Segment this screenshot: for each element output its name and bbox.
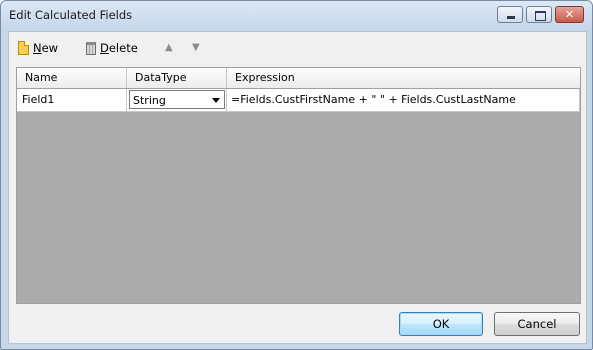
arrow-up-icon: ▲ <box>165 42 173 53</box>
column-header-expression[interactable]: Expression <box>227 68 580 88</box>
table-row[interactable]: Field1 String =Fields.CustFirstName + " … <box>17 89 580 112</box>
dialog-window: Edit Calculated Fields ✕ New Delete ▲ ▼ <box>0 0 593 350</box>
maximize-button[interactable] <box>526 6 552 23</box>
chevron-down-icon[interactable] <box>212 98 220 103</box>
toolbar: New Delete ▲ ▼ <box>9 32 586 64</box>
cancel-button[interactable]: Cancel <box>494 312 580 336</box>
close-button[interactable]: ✕ <box>555 6 584 23</box>
datatype-value: String <box>133 94 166 107</box>
close-icon: ✕ <box>564 8 575 21</box>
datatype-cell[interactable]: String <box>127 89 227 111</box>
delete-button[interactable]: Delete <box>86 40 138 56</box>
window-title: Edit Calculated Fields <box>9 8 133 22</box>
delete-button-label: Delete <box>100 41 138 55</box>
fields-grid[interactable]: Name DataType Expression Field1 String =… <box>16 67 581 304</box>
dialog-body: New Delete ▲ ▼ Name DataType Expression … <box>8 31 587 344</box>
column-header-name[interactable]: Name <box>17 68 127 88</box>
cancel-button-label: Cancel <box>517 317 557 331</box>
minimize-icon <box>507 16 515 19</box>
ok-button[interactable]: OK <box>399 312 483 336</box>
column-header-datatype[interactable]: DataType <box>127 68 227 88</box>
minimize-button[interactable] <box>497 6 523 23</box>
title-bar[interactable]: Edit Calculated Fields ✕ <box>1 1 592 31</box>
new-button-label: New <box>33 41 59 55</box>
move-up-button[interactable]: ▲ <box>165 40 173 56</box>
expression-cell[interactable]: =Fields.CustFirstName + " " + Fields.Cus… <box>227 89 580 111</box>
trash-icon <box>86 41 96 55</box>
arrow-down-icon: ▼ <box>192 42 200 53</box>
name-cell[interactable]: Field1 <box>17 89 127 111</box>
grid-header: Name DataType Expression <box>17 68 580 89</box>
move-down-button[interactable]: ▼ <box>192 40 200 56</box>
new-document-icon <box>18 41 29 55</box>
datatype-dropdown[interactable]: String <box>129 90 225 109</box>
maximize-icon <box>535 11 546 21</box>
new-button[interactable]: New <box>18 40 58 56</box>
